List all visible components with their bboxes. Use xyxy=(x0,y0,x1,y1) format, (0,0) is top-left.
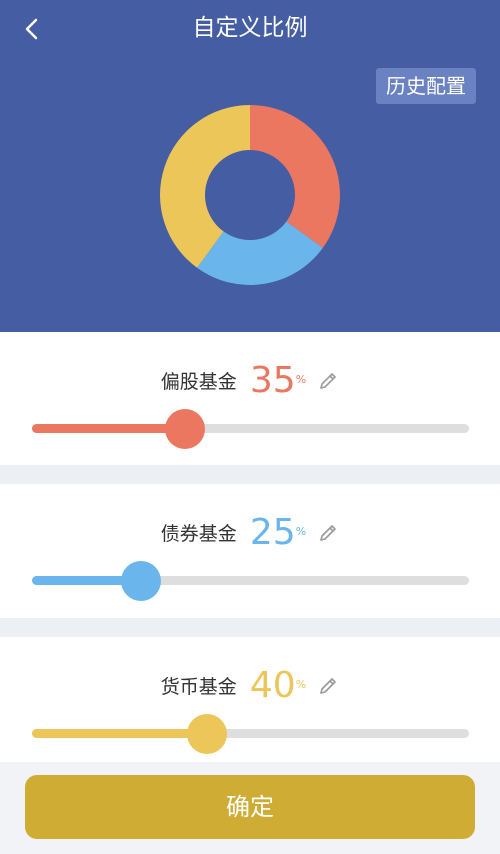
percent-sign: % xyxy=(295,678,307,691)
fund-percent: 35% xyxy=(250,360,306,401)
percent-sign: % xyxy=(295,373,307,386)
fund-percent: 25% xyxy=(250,512,306,553)
money-slider-track[interactable] xyxy=(32,714,469,754)
fund-name: 偏股基金 xyxy=(160,371,237,393)
fund-label-row: 货币基金 40% xyxy=(0,665,500,706)
header: 自定义比例 历史配置 xyxy=(0,0,500,332)
pencil-icon[interactable] xyxy=(317,675,339,697)
page-title: 自定义比例 xyxy=(192,15,308,41)
pencil-icon[interactable] xyxy=(317,522,339,544)
fund-label-row: 债券基金 25% xyxy=(0,512,500,553)
fund-card-equity: 偏股基金 35% xyxy=(0,332,500,465)
percent-sign: % xyxy=(295,525,307,538)
confirm-button[interactable]: 确定 xyxy=(25,775,475,839)
fund-percent: 40% xyxy=(250,665,306,706)
allocation-donut-chart xyxy=(160,105,340,285)
fund-card-bond: 债券基金 25% xyxy=(0,484,500,618)
slider-fill xyxy=(32,424,185,433)
pencil-icon[interactable] xyxy=(317,370,339,392)
equity-slider-knob[interactable] xyxy=(164,409,205,449)
fund-percent-value: 25 xyxy=(249,512,296,553)
equity-slider-track[interactable] xyxy=(32,409,469,449)
fund-card-money: 货币基金 40% xyxy=(0,637,500,762)
donut-slice-1 xyxy=(250,105,340,248)
fund-percent-value: 40 xyxy=(249,665,296,706)
bond-slider-track[interactable] xyxy=(32,561,469,601)
bond-slider-knob[interactable] xyxy=(121,561,162,601)
fund-percent-value: 35 xyxy=(249,360,296,401)
fund-name: 货币基金 xyxy=(160,676,237,698)
history-config-button[interactable]: 历史配置 xyxy=(376,68,476,104)
slider-fill xyxy=(32,729,207,738)
fund-label-row: 偏股基金 35% xyxy=(0,360,500,401)
money-slider-knob[interactable] xyxy=(186,714,227,754)
footer-bar: 确定 xyxy=(0,762,500,854)
fund-name: 债券基金 xyxy=(160,523,237,545)
